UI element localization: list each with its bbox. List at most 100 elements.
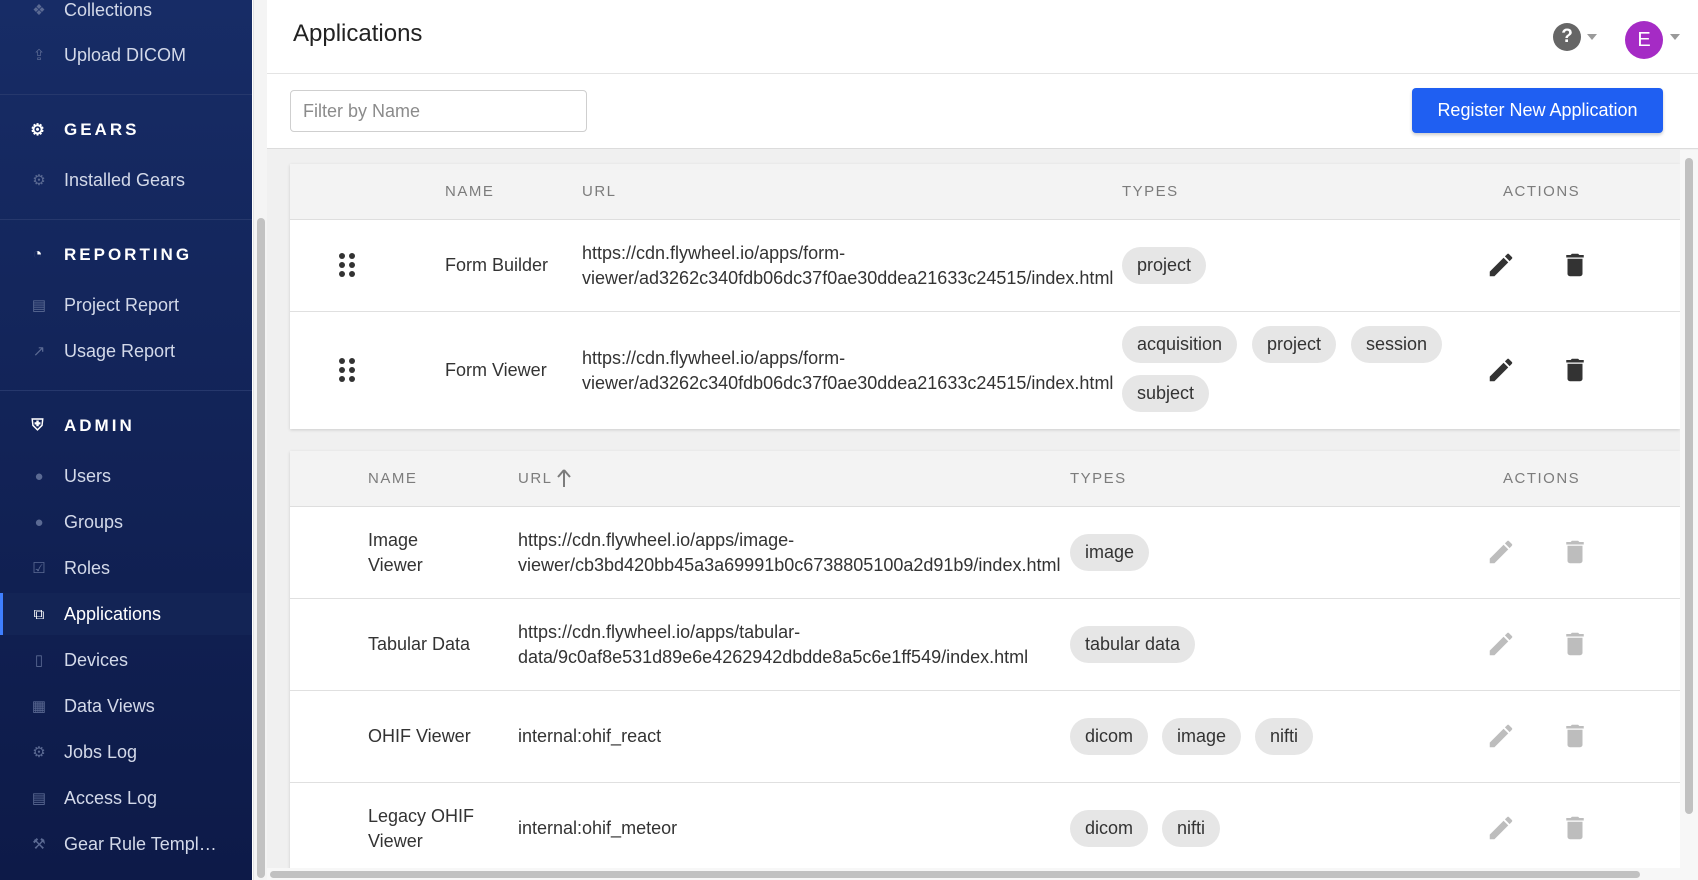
app-url-line: viewer/cb3bd420bb45a3a69991b0c6738805100… [518,555,1061,575]
type-chip: project [1122,247,1207,284]
sidebar-section-admin: ⛨ ADMIN [0,403,252,449]
app-url-line: https://cdn.flywheel.io/apps/tabular- [518,622,801,642]
sidebar-item-label: Users [64,465,112,486]
app-url-line: https://cdn.flywheel.io/apps/form- [582,243,846,263]
edit-icon[interactable] [1486,250,1516,280]
column-header-actions: ACTIONS [1503,470,1581,487]
bar-chart-icon: ▤ [31,297,47,314]
drag-handle-icon[interactable] [339,358,355,382]
sidebar-item-usage-report[interactable]: ↗ Usage Report [0,330,252,372]
column-header-name[interactable]: NAME [445,183,494,200]
sidebar-item-label: Applications [64,603,162,624]
sidebar-item-installed-gears[interactable]: ⚙ Installed Gears [0,159,252,201]
app-url-line: viewer/ad3262c340fdb06dc37f0ae30ddea2163… [582,268,1114,288]
column-header-url[interactable]: URL [518,470,553,487]
type-chip: image [1070,534,1150,571]
tablet-icon: ▯ [34,652,44,669]
app-name: Form Builder [445,255,549,275]
app-url: https://cdn.flywheel.io/apps/form- viewe… [582,241,1113,291]
gavel-icon: ⚒ [32,836,46,853]
main-scrollbar[interactable] [1680,150,1698,880]
sidebar-item-access-log[interactable]: ▤ Access Log [0,777,252,819]
line-chart-icon: ↗ [32,343,46,360]
avatar[interactable]: E [1625,21,1663,59]
column-header-types: TYPES [1070,470,1127,487]
main-scrollbar-thumb[interactable] [1685,158,1693,814]
file-icon: ▤ [31,790,47,807]
main-content: Applications ? E Register New Applicatio… [267,0,1698,880]
windows-icon: ⧉ [33,605,45,623]
sidebar-item-collections[interactable]: ❖ Collections [0,0,252,31]
table-row: Legacy OHIF Viewer internal:ohif_meteor … [290,783,1680,871]
chevron-down-icon[interactable] [1670,34,1680,40]
sidebar-scrollbar-thumb[interactable] [257,218,265,878]
sort-ascending-icon[interactable] [556,468,572,488]
edit-icon-disabled [1489,724,1513,748]
edit-icon[interactable] [1486,355,1516,385]
sidebar-item-project-report[interactable]: ▤ Project Report [0,284,252,326]
table-header: NAME URL TYPES ACTIONS [290,451,1680,507]
app-name: Tabular Data [368,632,470,657]
user-icon: ● [34,467,44,485]
sidebar-item-label: Gear Rule Templ… [64,833,217,854]
page-header: Applications ? E [267,0,1698,74]
sidebar-item-label: Roles [64,557,111,578]
edit-icon-disabled [1489,632,1513,656]
builtin-applications-table: NAME URL TYPES ACTIONS Image Viewer http… [290,451,1680,871]
filter-by-name-input[interactable] [290,90,587,132]
sidebar-item-devices[interactable]: ▯ Devices [0,639,252,681]
help-icon[interactable]: ? [1553,23,1581,51]
section-title: ADMIN [64,416,135,435]
sidebar-scrollbar[interactable] [253,0,267,880]
app-name: Image Viewer [368,528,423,578]
column-header-url[interactable]: URL [582,183,617,200]
column-header-name[interactable]: NAME [368,470,417,487]
app-url-line: https://cdn.flywheel.io/apps/form- [582,348,846,368]
table-row: Form Viewer https://cdn.flywheel.io/apps… [290,312,1680,429]
edit-icon-disabled [1489,816,1513,840]
sidebar-item-jobs-log[interactable]: ⚙ Jobs Log [0,731,252,773]
sidebar-item-label: Installed Gears [64,169,186,190]
gear-icon: ⚙ [30,122,48,139]
app-url: https://cdn.flywheel.io/apps/form- viewe… [582,346,1113,396]
delete-icon[interactable] [1560,250,1590,280]
app-url-line: internal:ohif_react [518,726,662,746]
drag-handle-icon[interactable] [339,253,355,277]
delete-icon[interactable] [1560,355,1590,385]
sidebar-item-label: Collections [64,0,153,20]
register-new-application-button[interactable]: Register New Application [1412,88,1663,133]
app-url: https://cdn.flywheel.io/apps/image- view… [518,528,1060,578]
chevron-down-icon[interactable] [1587,34,1597,40]
sidebar-item-groups[interactable]: ● Groups [0,501,252,543]
table-row: Tabular Data https://cdn.flywheel.io/app… [290,599,1680,691]
sidebar: ❖ Collections ⇪ Upload DICOM ⚙ GEARS ⚙ I… [0,0,252,880]
delete-icon-disabled [1566,632,1584,656]
sidebar-item-label: Upload DICOM [64,44,187,65]
toolbar: Register New Application [267,74,1698,149]
app-url: internal:ohif_react [518,724,661,749]
sidebar-item-upload-dicom[interactable]: ⇪ Upload DICOM [0,34,252,76]
sidebar-item-label: Jobs Log [64,741,138,762]
sidebar-divider [0,94,252,95]
ordered-applications-table: NAME URL TYPES ACTIONS Form Builder http… [290,164,1680,429]
type-chip: dicom [1070,810,1149,847]
sidebar-item-label: Project Report [64,294,180,315]
sidebar-divider [0,219,252,220]
sidebar-item-roles[interactable]: ☑ Roles [0,547,252,589]
sidebar-item-users[interactable]: ● Users [0,455,252,497]
sidebar-item-gear-rule-templates[interactable]: ⚒ Gear Rule Templ… [0,823,252,865]
app-url-line: https://cdn.flywheel.io/apps/image- [518,530,795,550]
horizontal-scrollbar-thumb[interactable] [270,871,1640,878]
app-name-line: Tabular Data [368,634,471,654]
sidebar-item-data-views[interactable]: ▦ Data Views [0,685,252,727]
type-chip: project [1252,326,1337,363]
gear-icon: ⚙ [32,172,46,189]
sidebar-item-applications[interactable]: ⧉ Applications [0,593,252,635]
app-name-line: Viewer [368,555,423,575]
section-title: REPORTING [64,245,193,264]
upload-icon: ⇪ [32,47,46,64]
horizontal-scrollbar[interactable] [267,868,1680,880]
app-url-line: data/9c0af8e531d89e6e4262942dbdde8a5c6e1… [518,647,1029,667]
page-title: Applications [293,20,423,47]
type-chip: nifti [1255,718,1314,755]
